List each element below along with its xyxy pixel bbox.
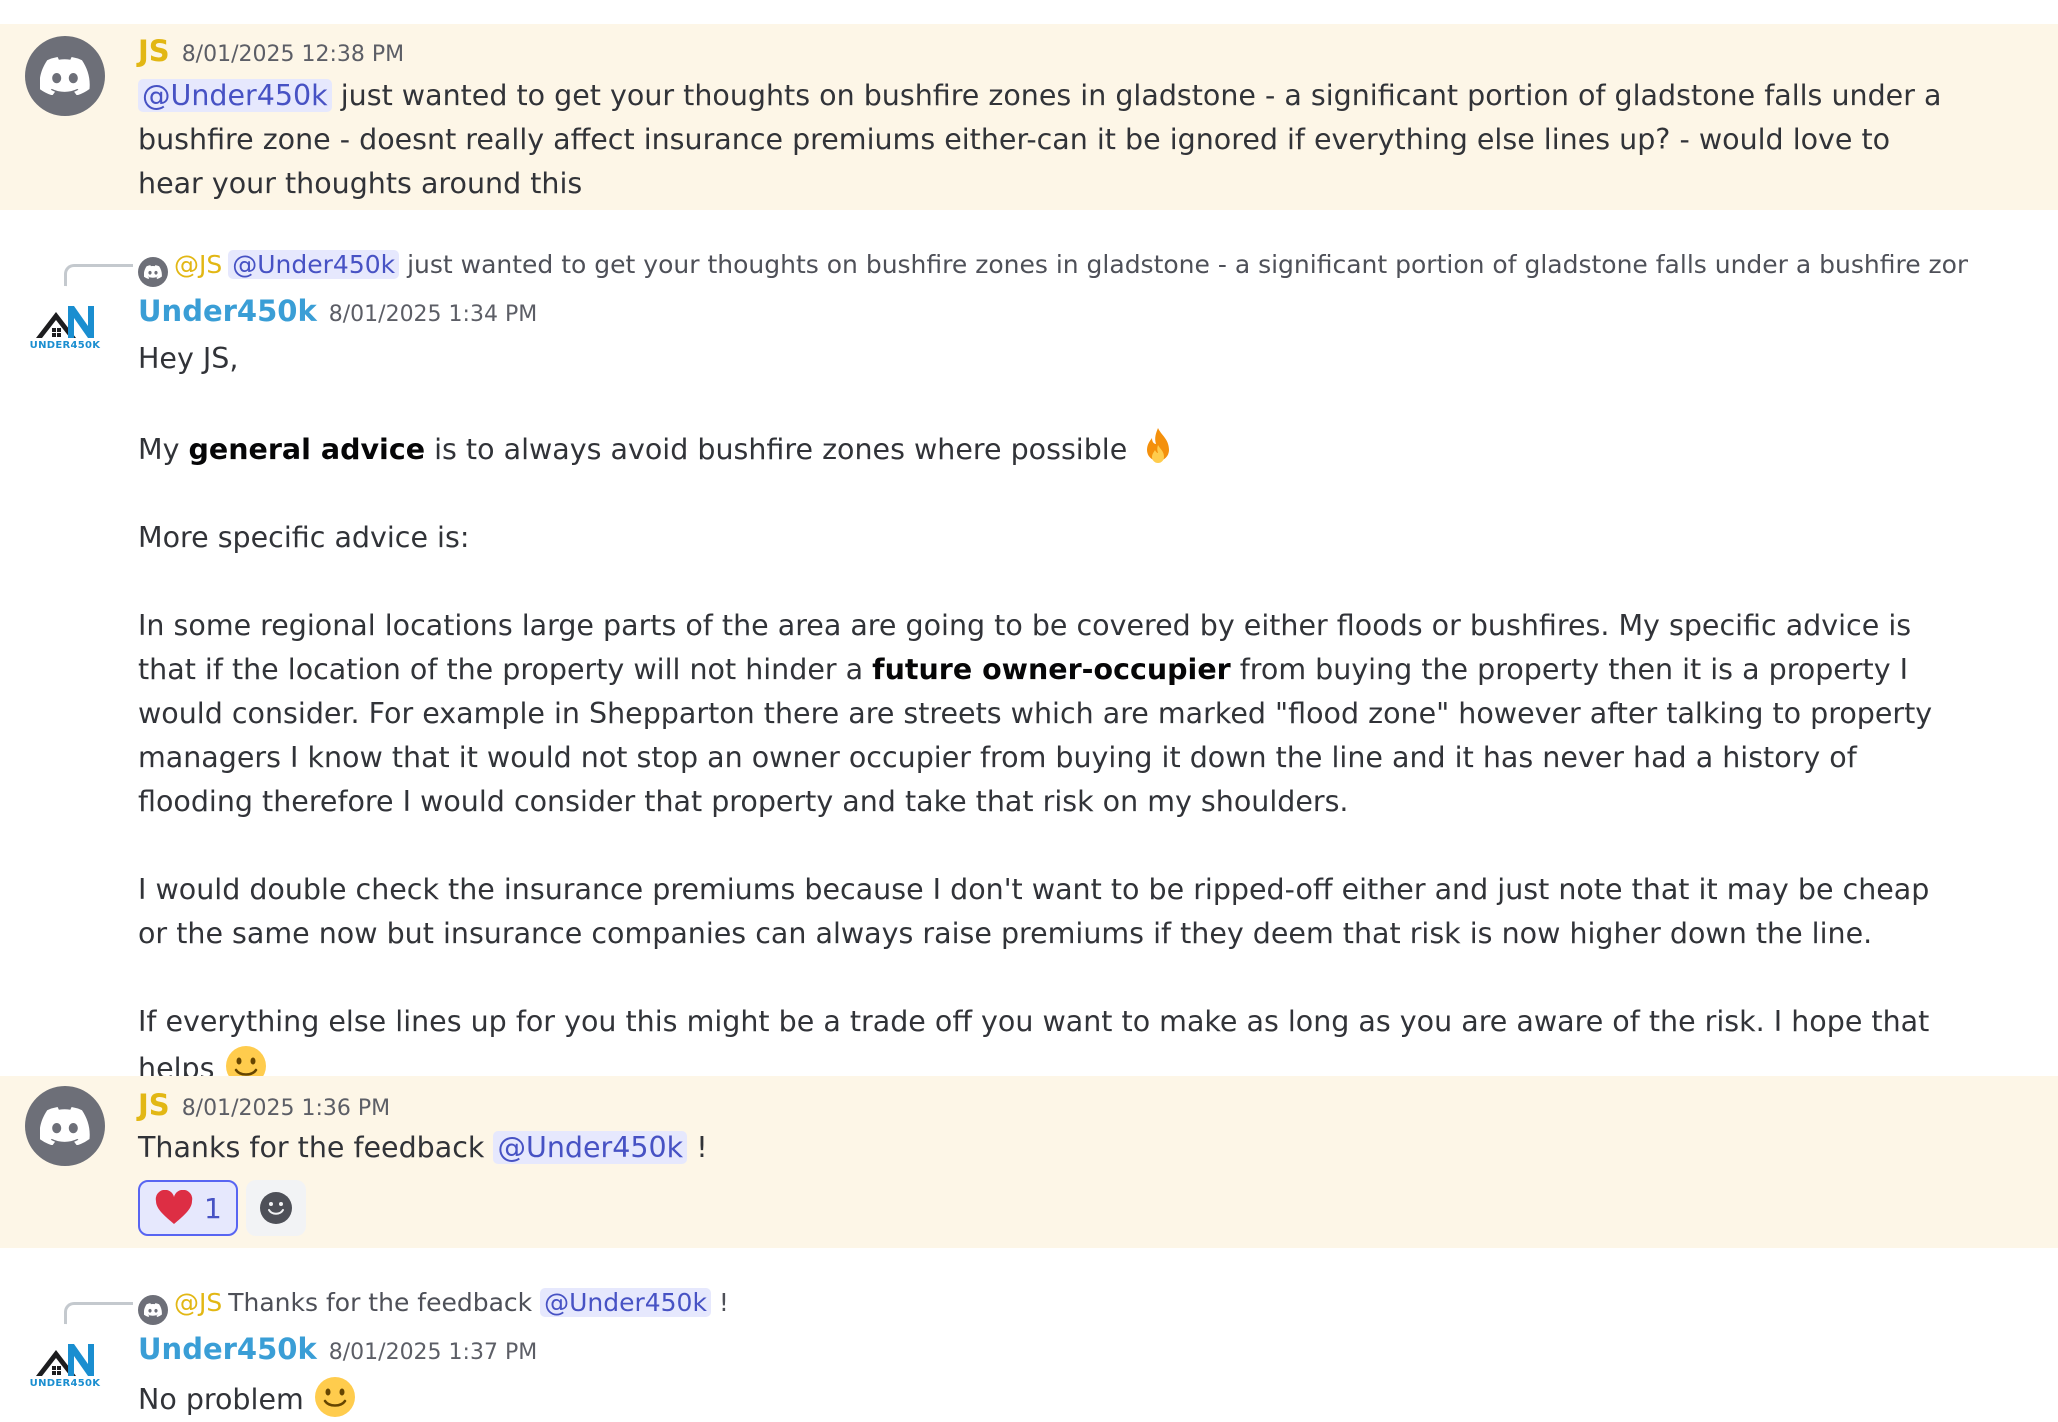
message-text: Thanks for the feedback (138, 1131, 485, 1164)
message-text: just wanted to get your thoughts on bush… (138, 79, 1942, 200)
logo-text: UNDER450K (29, 339, 101, 351)
heart-reaction[interactable]: 1 (138, 1180, 238, 1236)
reply-avatar (138, 1295, 168, 1325)
discord-logo-icon (144, 1303, 162, 1317)
username[interactable]: Under450k (138, 1332, 317, 1366)
discord-logo-icon (40, 1107, 90, 1145)
message-text: No problem (138, 1383, 304, 1416)
reply-author[interactable]: @JS (174, 1288, 222, 1317)
message-under450k-1: @JS @Under450k just wanted to get your th… (0, 210, 2058, 1086)
discord-avatar[interactable] (25, 1086, 105, 1166)
discord-logo-icon (144, 265, 162, 279)
smiley-icon (259, 1192, 292, 1224)
message-text: ! (696, 1131, 708, 1164)
logo-text: UNDER450K (29, 1377, 101, 1389)
add-reaction-button[interactable] (245, 1180, 306, 1236)
regional-advice-paragraph: In some regional locations large parts o… (138, 604, 1958, 824)
greeting-paragraph: Hey JS, (138, 342, 239, 375)
message-content: Thanks for the feedback @Under450k ! (138, 1126, 1958, 1170)
slight-smile-emoji-icon[interactable] (313, 1375, 357, 1419)
user-mention[interactable]: @Under450k (228, 250, 400, 279)
discord-logo-icon (40, 57, 90, 95)
reply-author[interactable]: @JS (174, 250, 222, 279)
fire-emoji-icon[interactable] (1136, 425, 1180, 469)
message-content: Hey JS, My general advice is to always a… (138, 337, 1958, 1091)
insurance-paragraph: I would double check the insurance premi… (138, 873, 1930, 950)
under450k-avatar[interactable]: UNDER450K (25, 286, 105, 366)
message-header: JS 8/01/2025 1:36 PM (138, 1088, 390, 1122)
house-logo-icon (36, 305, 94, 338)
reply-avatar (138, 257, 168, 287)
reply-spine (64, 264, 133, 289)
timestamp[interactable]: 8/01/2025 12:38 PM (182, 42, 404, 67)
message-under450k-2: @JS Thanks for the feedback @Under450k ! … (0, 1248, 2058, 1422)
timestamp[interactable]: 8/01/2025 1:34 PM (329, 302, 537, 327)
username[interactable]: JS (138, 1088, 170, 1122)
house-logo-icon (36, 1343, 94, 1376)
timestamp[interactable]: 8/01/2025 1:36 PM (182, 1096, 390, 1121)
bold-text: general advice (188, 433, 426, 466)
message-content: No problem (138, 1375, 1958, 1422)
reply-preview[interactable]: @JS @Under450k just wanted to get your th… (138, 248, 1968, 287)
heart-emoji-icon (155, 1190, 193, 1224)
timestamp[interactable]: 8/01/2025 1:37 PM (329, 1340, 537, 1365)
reply-text: just wanted to get your thoughts on bush… (407, 250, 1968, 279)
user-mention[interactable]: @Under450k (493, 1131, 688, 1164)
username[interactable]: Under450k (138, 294, 317, 328)
reply-text: Thanks for the feedback (228, 1288, 533, 1317)
reaction-count: 1 (204, 1191, 222, 1225)
reply-spine (64, 1302, 133, 1327)
text-segment: If everything else lines up for you this… (138, 1005, 1930, 1085)
text-segment: My (138, 433, 189, 466)
reply-text: ! (718, 1288, 729, 1317)
message-header: Under450k 8/01/2025 1:37 PM (138, 1332, 537, 1366)
general-advice-paragraph: My general advice is to always avoid bus… (138, 425, 1958, 472)
message-content: @Under450k just wanted to get your thoug… (138, 74, 1958, 206)
user-mention[interactable]: @Under450k (138, 79, 332, 112)
message-header: JS 8/01/2025 12:38 PM (138, 34, 404, 68)
username[interactable]: JS (138, 34, 170, 68)
reactions-bar: 1 (138, 1180, 306, 1236)
under450k-avatar[interactable]: UNDER450K (25, 1324, 105, 1404)
bold-text: future owner-occupier (872, 653, 1231, 686)
message-header: Under450k 8/01/2025 1:34 PM (138, 294, 537, 328)
discord-avatar[interactable] (25, 36, 105, 116)
specific-advice-heading: More specific advice is: (138, 521, 470, 554)
message-js-2: JS 8/01/2025 1:36 PM Thanks for the feedb… (0, 1076, 2058, 1248)
message-js-1: JS 8/01/2025 12:38 PM @Under450k just wan… (0, 24, 2058, 210)
reply-preview[interactable]: @JS Thanks for the feedback @Under450k ! (138, 1286, 1968, 1325)
text-segment: is to always avoid bushfire zones where … (425, 433, 1128, 466)
user-mention[interactable]: @Under450k (540, 1288, 711, 1317)
